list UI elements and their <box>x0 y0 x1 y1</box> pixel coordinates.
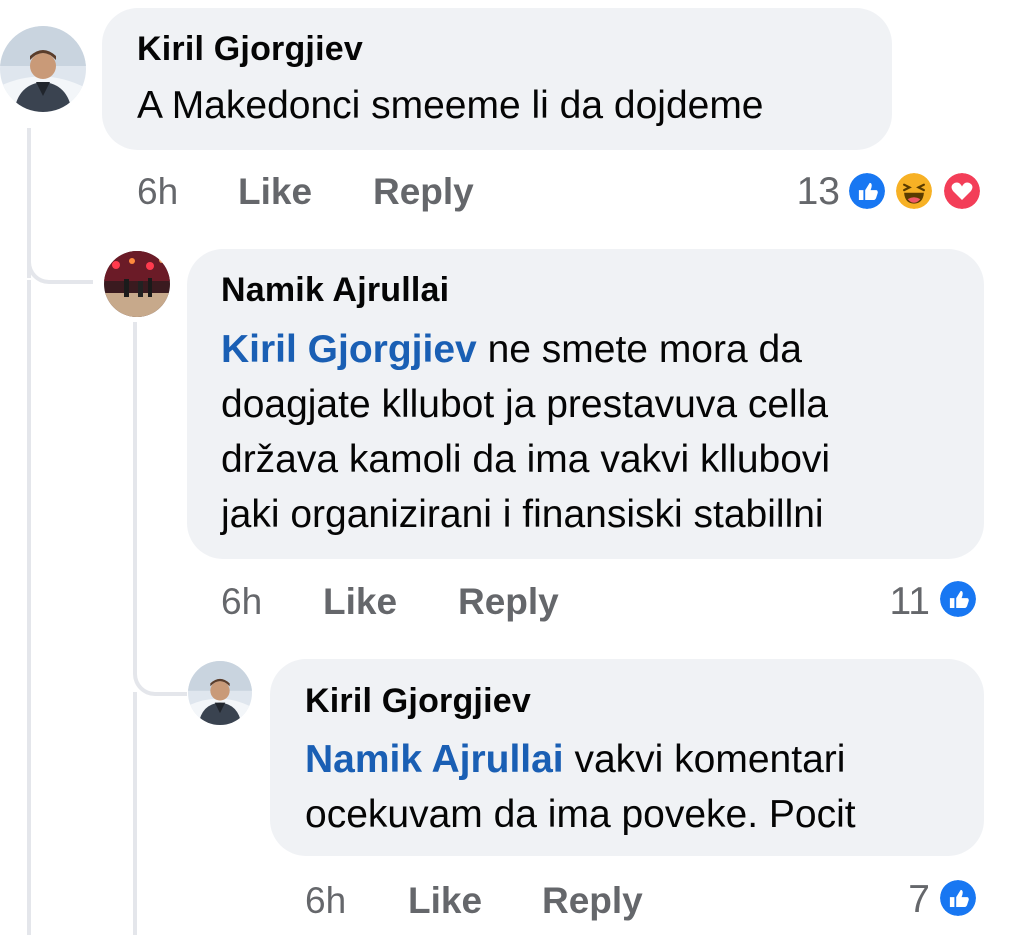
comment-text-line: doagjate kllubot ja prestavuva cella <box>221 383 829 426</box>
comment-text-segment: vakvi komentari <box>563 738 846 781</box>
like-reaction-icon[interactable] <box>937 578 979 620</box>
comment-text-segment: ne smete mora da <box>476 328 802 371</box>
reply-button[interactable]: Reply <box>458 581 559 623</box>
reaction-count[interactable]: 13 <box>760 170 840 214</box>
comment-text-line: Kiril Gjorgjiev ne smete mora da <box>221 322 830 377</box>
avatar-photo-kiril <box>0 26 86 112</box>
comment-text: Namik Ajrullai vakvi komentari ocekuvam … <box>305 732 856 842</box>
reply-button[interactable]: Reply <box>542 880 643 922</box>
like-button[interactable]: Like <box>408 880 482 922</box>
thread-line-reply-lower <box>133 692 137 935</box>
reaction-count[interactable]: 7 <box>880 878 930 922</box>
comment-author[interactable]: Kiril Gjorgjiev <box>305 682 531 721</box>
like-reaction-icon[interactable] <box>846 170 888 212</box>
thread-line-main-lower <box>27 280 31 935</box>
thread-line-reply <box>133 322 137 662</box>
comment-author[interactable]: Kiril Gjorgjiev <box>137 30 363 69</box>
comment-author[interactable]: Namik Ajrullai <box>221 271 449 310</box>
comment-text-line: jaki organizirani i finansiski stabillni <box>221 493 824 536</box>
mention-link[interactable]: Kiril Gjorgjiev <box>221 328 477 371</box>
comment-text-line: Namik Ajrullai vakvi komentari <box>305 732 856 787</box>
avatar[interactable] <box>0 26 86 112</box>
avatar[interactable] <box>188 661 252 725</box>
comment-time[interactable]: 6h <box>305 880 346 922</box>
like-button[interactable]: Like <box>323 581 397 623</box>
avatar[interactable] <box>104 251 170 317</box>
like-reaction-icon[interactable] <box>937 877 979 919</box>
thread-elbow-1 <box>27 250 93 284</box>
avatar-photo-namik <box>104 251 170 317</box>
thread-elbow-2 <box>133 662 187 696</box>
avatar-photo-kiril <box>188 661 252 725</box>
mention-link[interactable]: Namik Ajrullai <box>305 738 564 781</box>
comment-text: A Makedonci smeeme li da dojdeme <box>137 84 764 127</box>
love-reaction-icon[interactable] <box>941 170 983 212</box>
comment-text-line: država kamoli da ima vakvi kllubovi <box>221 438 831 481</box>
comment-time[interactable]: 6h <box>137 171 178 213</box>
reply-button[interactable]: Reply <box>373 171 474 213</box>
reaction-count[interactable]: 11 <box>860 580 931 624</box>
comment-text-line: ocekuvam da ima poveke. Pocit <box>305 793 856 836</box>
like-button[interactable]: Like <box>238 171 312 213</box>
comment-time[interactable]: 6h <box>221 581 262 623</box>
haha-reaction-icon[interactable] <box>893 170 935 212</box>
comment-text: Kiril Gjorgjiev ne smete mora da doagjat… <box>221 322 830 542</box>
